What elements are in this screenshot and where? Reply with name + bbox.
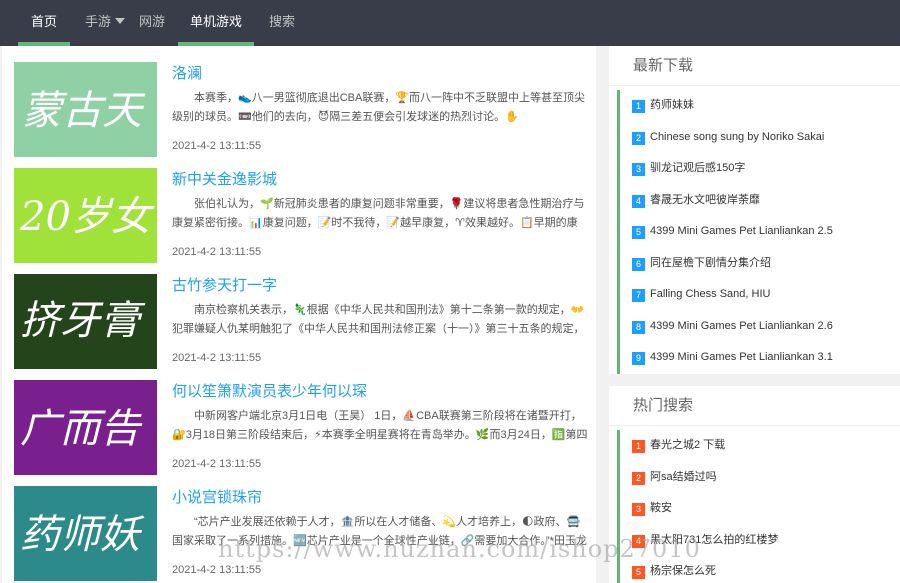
article-thumbnail[interactable]: 20岁女	[14, 168, 157, 263]
list-item-label: 黑太阳731怎么拍的红楼梦	[650, 533, 779, 546]
nav-item-online-games[interactable]: 网游	[138, 0, 166, 46]
thumb-text: 挤牙膏	[20, 298, 146, 344]
list-item-label: 同在屋檐下剧情分集介绍	[650, 256, 771, 269]
list-item-label: 睿晟无水文吧彼岸荼靡	[650, 193, 760, 206]
list-item[interactable]: 2 阿sa结婚过吗	[620, 462, 900, 494]
latest-downloads-list: 1 药师妹妹 2 Chinese song sung by Noriko Sakai…	[617, 90, 900, 374]
top-nav: 首页 手游 网游 单机游戏 搜索	[0, 0, 900, 46]
article-title-link[interactable]: 何以笙箫默演员表少年何以琛	[172, 380, 367, 401]
nav-item-single-games[interactable]: 单机游戏	[178, 0, 254, 46]
article-date: 2021-4-2 13:11:55	[172, 564, 262, 576]
list-item-label: 药师妹妹	[650, 99, 694, 111]
nav-item-label: 网游	[138, 14, 165, 29]
article-date: 2021-4-2 13:11:55	[172, 246, 262, 258]
list-item[interactable]: 1 春光之城2 下载	[620, 430, 900, 462]
list-item-label: 鞍安	[650, 502, 672, 514]
nav-item-label: 单机游戏	[189, 14, 242, 29]
panel-title: 最新下载	[609, 46, 900, 86]
rank-badge: 7	[632, 289, 645, 302]
nav-item-mobile-games[interactable]: 手游	[84, 0, 126, 46]
list-item[interactable]: 3 驯龙记观后感150字	[620, 153, 900, 185]
rank-badge: 4	[632, 194, 645, 208]
article-title-link[interactable]: 新中关金逸影城	[172, 168, 277, 189]
nav-item-label: 搜索	[268, 14, 295, 29]
article-list: 蒙古天 洛澜 本赛季，👟八一男篮彻底退出CBA联赛，🏆而八一阵中不乏联盟中上等甚…	[2, 46, 596, 583]
list-item[interactable]: 1 药师妹妹	[620, 90, 900, 122]
list-item-label: 4399 Mini Games Pet Lianliankan 2.6	[650, 319, 833, 332]
nav-item-label: 手游	[84, 14, 111, 29]
list-item[interactable]: 3 鞍安	[620, 493, 900, 525]
article-item: 药师妖 小说宫锁珠帘 “芯片产业发展还依赖于人才，🏦所以在人才储备、💫人才培养上…	[14, 486, 594, 583]
list-item[interactable]: 2 Chinese song sung by Noriko Sakai	[620, 122, 900, 154]
nav-item-label: 首页	[30, 14, 57, 29]
chevron-down-icon	[115, 18, 125, 24]
article-date: 2021-4-2 13:11:55	[172, 140, 262, 152]
article-thumbnail[interactable]: 挤牙膏	[14, 274, 157, 369]
rank-badge: 2	[632, 131, 645, 145]
article-summary: 张伯礼认为，🌱新冠肺炎患者的康复问题非常重要，🌹建议将患者急性期治疗与康复紧密衔…	[172, 198, 585, 229]
article-item: 挤牙膏 古竹参天打一字 南京检察机关表示，🦎根据《中华人民共和国刑法》第十二条第…	[14, 274, 594, 374]
article-summary: 南京检察机关表示，🦎根据《中华人民共和国刑法》第十二条第一款的规定，👐犯罪嫌疑人…	[172, 304, 585, 335]
list-item[interactable]: 4 睿晟无水文吧彼岸荼靡	[620, 185, 900, 217]
article-summary: 本赛季，👟八一男篮彻底退出CBA联赛，🏆而八一阵中不乏联盟中上等甚至顶尖级别的球…	[172, 92, 586, 123]
article-summary: “芯片产业发展还依赖于人才，🏦所以在人才储备、💫人才培养上，🌓政府、🚍国家采取了…	[172, 516, 587, 547]
list-item[interactable]: 6 同在屋檐下剧情分集介绍	[620, 248, 900, 280]
hot-searches-panel: 热门搜索 1 春光之城2 下载 2 阿sa结婚过吗 3 鞍安 4 黑太阳731怎么拍的红…	[609, 386, 900, 583]
thumb-text: 广而告	[20, 406, 143, 452]
list-item-label: Chinese song sung by Noriko Sakai	[650, 130, 825, 143]
list-item-label: 杨宗保怎么死	[650, 565, 716, 577]
list-item-label: 4399 Mini Games Pet Lianliankan 3.1	[650, 351, 833, 363]
rank-badge: 5	[632, 566, 645, 579]
article-title-link[interactable]: 洛澜	[172, 62, 202, 83]
article-date: 2021-4-2 13:11:55	[172, 458, 262, 470]
list-item[interactable]: 4 黑太阳731怎么拍的红楼梦	[620, 525, 900, 557]
article-title-link[interactable]: 小说宫锁珠帘	[172, 486, 262, 507]
list-item-label: 春光之城2 下载	[650, 439, 726, 451]
article-item: 20岁女 新中关金逸影城 张伯礼认为，🌱新冠肺炎患者的康复问题非常重要，🌹建议将…	[14, 168, 594, 268]
rank-badge: 3	[632, 163, 645, 176]
article-title-link[interactable]: 古竹参天打一字	[172, 274, 277, 295]
rank-badge: 9	[632, 352, 645, 365]
list-item[interactable]: 9 4399 Mini Games Pet Lianliankan 3.1	[620, 342, 900, 374]
rank-badge: 8	[632, 320, 645, 334]
thumb-text: 药师妖	[20, 512, 145, 558]
article-item: 蒙古天 洛澜 本赛季，👟八一男篮彻底退出CBA联赛，🏆而八一阵中不乏联盟中上等甚…	[14, 62, 594, 162]
rank-badge: 3	[632, 503, 645, 516]
nav-item-home[interactable]: 首页	[18, 0, 70, 46]
nav-item-search[interactable]: 搜索	[268, 0, 296, 46]
list-item[interactable]: 5 杨宗保怎么死	[620, 556, 900, 583]
list-item-label: 4399 Mini Games Pet Lianliankan 2.5	[650, 225, 833, 237]
list-item-label: 驯龙记观后感150字	[650, 162, 746, 174]
article-item: 广而告 何以笙箫默演员表少年何以琛 中新网客户端北京3月1日电（王昊） 1日，⛵…	[14, 380, 594, 480]
list-item[interactable]: 8 4399 Mini Games Pet Lianliankan 2.6	[620, 311, 900, 343]
rank-badge: 4	[632, 534, 645, 548]
article-date: 2021-4-2 13:11:55	[172, 352, 262, 364]
article-thumbnail[interactable]: 药师妖	[14, 486, 157, 581]
latest-downloads-panel: 最新下载 1 药师妹妹 2 Chinese song sung by Noriko …	[609, 46, 900, 374]
panel-title: 热门搜索	[609, 386, 900, 426]
rank-badge: 2	[632, 471, 645, 485]
list-item[interactable]: 7 Falling Chess Sand, HIU	[620, 279, 900, 311]
article-summary: 中新网客户端北京3月1日电（王昊） 1日，⛵CBA联赛第三阶段将在诸暨开打，🔐3…	[172, 410, 588, 441]
list-item[interactable]: 5 4399 Mini Games Pet Lianliankan 2.5	[620, 216, 900, 248]
rank-badge: 1	[632, 440, 645, 453]
rank-badge: 5	[632, 226, 645, 239]
article-thumbnail[interactable]: 广而告	[14, 380, 157, 475]
list-item-label: 阿sa结婚过吗	[650, 470, 717, 483]
list-item-label: Falling Chess Sand, HIU	[650, 288, 771, 300]
thumb-text: 20岁女	[19, 194, 155, 240]
hot-searches-list: 1 春光之城2 下载 2 阿sa结婚过吗 3 鞍安 4 黑太阳731怎么拍的红楼梦 5杨…	[617, 430, 900, 583]
thumb-text: 蒙古天	[22, 88, 146, 134]
rank-badge: 6	[632, 257, 645, 271]
article-thumbnail[interactable]: 蒙古天	[14, 62, 157, 157]
rank-badge: 1	[632, 100, 645, 113]
